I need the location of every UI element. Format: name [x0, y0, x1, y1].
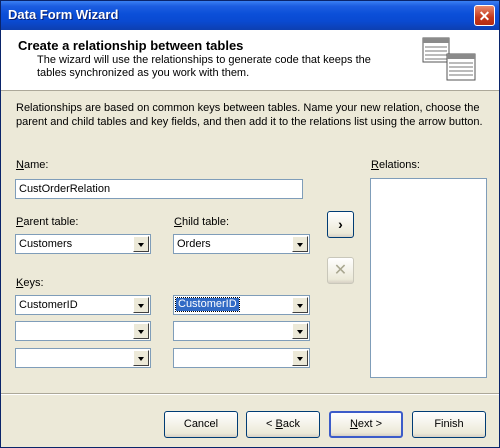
- parent-key-select-1[interactable]: CustomerID: [15, 295, 151, 315]
- parent-table-select[interactable]: Customers: [15, 234, 151, 254]
- dropdown-arrow-icon[interactable]: [133, 236, 149, 252]
- back-button[interactable]: < Back: [246, 411, 320, 438]
- dropdown-arrow-icon[interactable]: [292, 297, 308, 313]
- parent-table-label: Parent table:: [16, 216, 79, 228]
- wizard-window: Data Form Wizard ✕ Create a relationship…: [0, 0, 500, 448]
- arrow-right-icon: ›: [338, 216, 343, 232]
- parent-table-value: Customers: [19, 238, 73, 250]
- remove-relation-button[interactable]: ✕: [327, 257, 354, 284]
- finish-button[interactable]: Finish: [412, 411, 486, 438]
- relations-list[interactable]: [370, 178, 487, 378]
- tables-relationship-icon: [422, 37, 476, 81]
- relations-label: Relations:: [371, 159, 420, 171]
- close-icon: ✕: [478, 8, 491, 24]
- dropdown-arrow-icon[interactable]: [292, 323, 308, 339]
- dropdown-arrow-icon[interactable]: [133, 350, 149, 366]
- header-description: The wizard will use the relationships to…: [37, 54, 371, 79]
- name-label: Name:: [16, 159, 49, 171]
- parent-key-value: CustomerID: [19, 299, 78, 311]
- next-button[interactable]: Next >: [329, 411, 403, 438]
- cancel-button[interactable]: Cancel: [164, 411, 238, 438]
- dropdown-arrow-icon[interactable]: [133, 297, 149, 313]
- add-relation-button[interactable]: ›: [327, 211, 354, 238]
- child-key-value: CustomerID: [175, 297, 240, 312]
- child-table-select[interactable]: Orders: [173, 234, 310, 254]
- keys-label: Keys:: [16, 277, 44, 289]
- child-key-select-2[interactable]: [173, 321, 310, 341]
- window-title: Data Form Wizard: [8, 7, 119, 22]
- child-table-label: Child table:: [174, 216, 230, 228]
- parent-key-select-3[interactable]: [15, 348, 151, 368]
- title-bar[interactable]: Data Form Wizard ✕: [1, 1, 499, 30]
- dropdown-arrow-icon[interactable]: [292, 236, 308, 252]
- parent-key-select-2[interactable]: [15, 321, 151, 341]
- dropdown-arrow-icon[interactable]: [133, 323, 149, 339]
- dropdown-arrow-icon[interactable]: [292, 350, 308, 366]
- close-button[interactable]: ✕: [474, 5, 495, 26]
- child-key-select-1[interactable]: CustomerID: [173, 295, 310, 315]
- delete-x-icon: ✕: [333, 262, 348, 279]
- child-key-select-3[interactable]: [173, 348, 310, 368]
- header-title: Create a relationship between tables: [18, 38, 244, 53]
- child-table-value: Orders: [177, 238, 211, 250]
- wizard-header: Create a relationship between tables The…: [1, 30, 499, 91]
- intro-text: Relationships are based on common keys b…: [16, 102, 483, 128]
- divider: [1, 393, 499, 395]
- relation-name-input[interactable]: CustOrderRelation: [15, 179, 303, 199]
